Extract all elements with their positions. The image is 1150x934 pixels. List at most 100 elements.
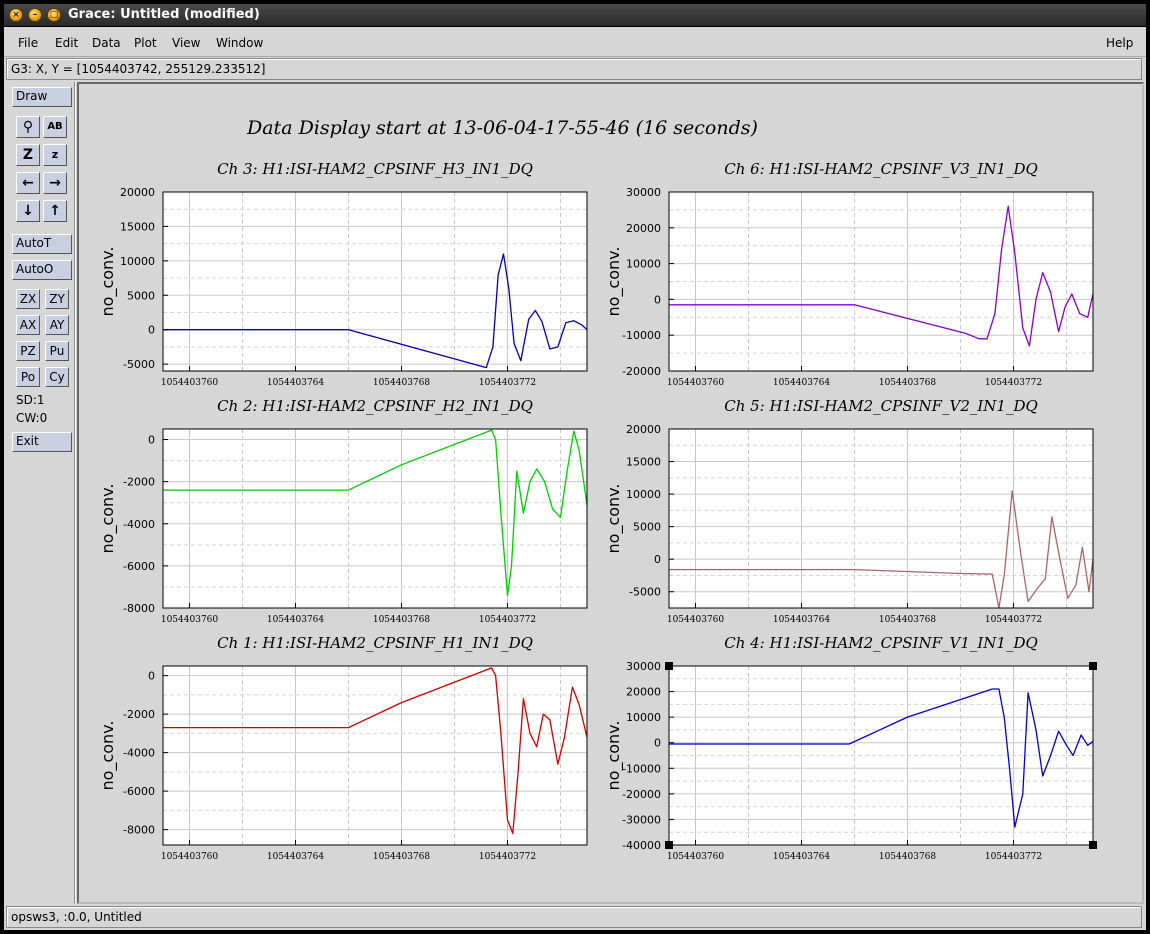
y-axis-label: no_conv. (604, 721, 624, 791)
y-tick-label: -10000 (622, 329, 661, 342)
selection-handle (665, 841, 673, 849)
selection-handle (1089, 662, 1097, 670)
down-arrow-icon[interactable]: ↓ (16, 200, 40, 222)
x-tick-label: 1054403764 (773, 852, 831, 862)
y-tick-label: -2000 (123, 708, 155, 721)
ay-button[interactable]: AY (45, 315, 69, 335)
y-tick-label: 15000 (626, 456, 661, 469)
x-tick-label: 1054403760 (161, 378, 219, 388)
menu-help[interactable]: Help (1106, 36, 1133, 50)
po-button[interactable]: Po (16, 367, 40, 387)
y-tick-label: -20000 (622, 365, 661, 378)
x-tick-label: 1054403760 (161, 615, 219, 625)
y-tick-label: 10000 (626, 258, 661, 271)
x-tick-label: 1054403772 (985, 378, 1042, 388)
autot-button[interactable]: AutoT (12, 234, 72, 254)
zoom-out-icon[interactable]: z (43, 144, 67, 166)
y-tick-label: 5000 (127, 289, 155, 302)
x-tick-label: 1054403772 (479, 852, 536, 862)
y-tick-label: 10000 (626, 488, 661, 501)
text-icon[interactable]: AB (43, 116, 67, 138)
up-arrow-icon[interactable]: ↑ (43, 200, 67, 222)
plot-background (669, 429, 1093, 608)
y-tick-label: 30000 (626, 660, 661, 673)
plot-background (163, 666, 587, 845)
x-tick-label: 1054403768 (879, 615, 937, 625)
y-tick-label: -10000 (622, 762, 661, 775)
locator-bar: G3: X, Y = [1054403742, 255129.233512] (6, 58, 1142, 80)
menu-plot[interactable]: Plot (134, 36, 157, 50)
close-icon[interactable]: × (9, 8, 23, 22)
maximize-icon[interactable]: □ (47, 8, 61, 22)
y-tick-label: 20000 (626, 423, 661, 436)
zoom-icon[interactable]: ⚲ (16, 116, 40, 138)
x-tick-label: 1054403764 (267, 378, 325, 388)
x-tick-label: 1054403760 (667, 378, 725, 388)
menu-view[interactable]: View (172, 36, 200, 50)
pu-button[interactable]: Pu (45, 341, 69, 361)
pz-button[interactable]: PZ (16, 341, 40, 361)
y-tick-label: -2000 (123, 476, 155, 489)
plot-canvas[interactable]: Data Display start at 13-06-04-17-55-46 … (77, 82, 1144, 904)
x-tick-label: 1054403760 (161, 852, 219, 862)
graphs-svg: Data Display start at 13-06-04-17-55-46 … (98, 117, 1097, 862)
draw-button[interactable]: Draw (12, 87, 72, 107)
y-tick-label: -6000 (123, 560, 155, 573)
x-tick-label: 1054403760 (667, 852, 725, 862)
plot-title: Ch 4: H1:ISI-HAM2_CPSINF_V1_IN1_DQ (724, 634, 1038, 652)
x-tick-label: 1054403768 (373, 378, 431, 388)
x-tick-label: 1054403764 (267, 615, 325, 625)
menu-edit[interactable]: Edit (55, 36, 78, 50)
x-tick-label: 1054403768 (879, 378, 937, 388)
y-tick-label: -5000 (629, 586, 661, 599)
x-tick-label: 1054403768 (373, 615, 431, 625)
y-axis-label: no_conv. (604, 484, 624, 554)
title-bar: × – □ Grace: Untitled (modified) (4, 4, 1146, 27)
locator-text: G3: X, Y = [1054403742, 255129.233512] (11, 62, 266, 76)
status-bar: opsws3, :0.0, Untitled (6, 906, 1142, 928)
zx-button[interactable]: ZX (16, 289, 40, 309)
y-tick-label: 0 (654, 293, 661, 306)
y-tick-label: -4000 (123, 747, 155, 760)
plot-background (163, 429, 587, 608)
autoo-button[interactable]: AutoO (12, 260, 72, 280)
y-axis-label: no_conv. (98, 247, 118, 317)
x-tick-label: 1054403760 (667, 615, 725, 625)
plot-title: Ch 1: H1:ISI-HAM2_CPSINF_H1_IN1_DQ (217, 634, 533, 652)
y-tick-label: -8000 (123, 824, 155, 837)
zoom-in-icon[interactable]: Z (16, 144, 40, 166)
right-arrow-icon[interactable]: → (43, 172, 67, 194)
current-world-label: CW:0 (16, 411, 48, 425)
main-title: Data Display start at 13-06-04-17-55-46 … (246, 117, 758, 139)
left-arrow-icon[interactable]: ← (16, 172, 40, 194)
menu-data[interactable]: Data (92, 36, 121, 50)
x-tick-label: 1054403764 (773, 378, 831, 388)
plot-title: Ch 3: H1:ISI-HAM2_CPSINF_H3_IN1_DQ (217, 160, 533, 178)
y-tick-label: 5000 (633, 521, 661, 534)
y-tick-label: -5000 (123, 358, 155, 371)
menu-window[interactable]: Window (216, 36, 263, 50)
y-tick-label: -4000 (123, 518, 155, 531)
y-axis-label: no_conv. (98, 484, 118, 554)
x-tick-label: 1054403764 (267, 852, 325, 862)
y-tick-label: 20000 (120, 186, 155, 199)
minimize-icon[interactable]: – (28, 8, 42, 22)
x-tick-label: 1054403764 (773, 615, 831, 625)
grace-window: × – □ Grace: Untitled (modified) File Ed… (4, 4, 1146, 930)
exit-button[interactable]: Exit (12, 432, 72, 452)
y-tick-label: 0 (148, 670, 155, 683)
zy-button[interactable]: ZY (45, 289, 69, 309)
y-axis-label: no_conv. (98, 721, 118, 791)
x-tick-label: 1054403768 (373, 852, 431, 862)
y-tick-label: 10000 (626, 711, 661, 724)
y-tick-label: 0 (148, 324, 155, 337)
y-tick-label: 20000 (626, 686, 661, 699)
x-tick-label: 1054403772 (479, 615, 536, 625)
selection-handle (665, 662, 673, 670)
menu-file[interactable]: File (18, 36, 38, 50)
ax-button[interactable]: AX (16, 315, 40, 335)
y-axis-label: no_conv. (604, 247, 624, 317)
y-tick-label: -8000 (123, 602, 155, 615)
selection-handle (1089, 841, 1097, 849)
cy-button[interactable]: Cy (45, 367, 69, 387)
